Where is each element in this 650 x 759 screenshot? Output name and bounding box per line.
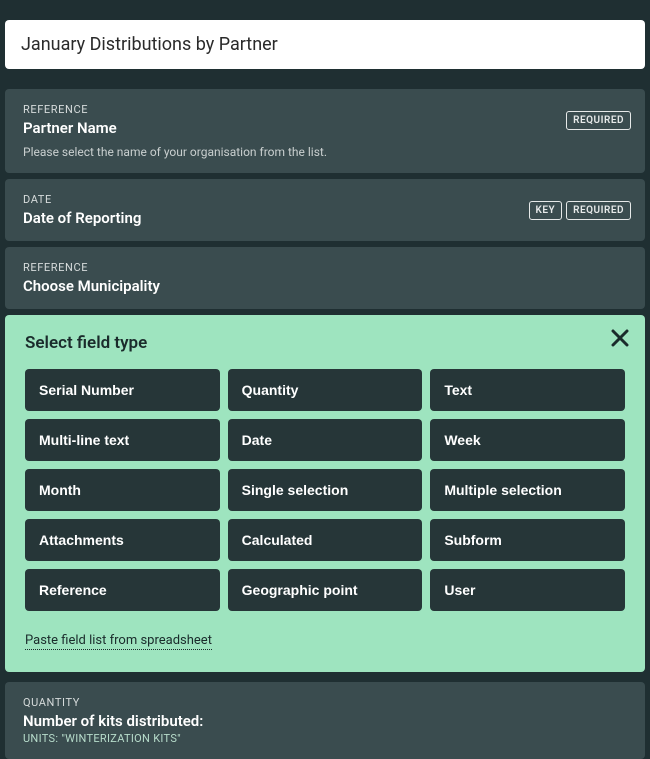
field-type-label: QUANTITY [23,696,627,709]
field-hint: Please select the name of your organisat… [23,145,627,159]
type-reference[interactable]: Reference [25,569,220,611]
required-badge: REQUIRED [566,201,631,220]
type-quantity[interactable]: Quantity [228,369,423,411]
field-title: Choose Municipality [23,277,627,295]
type-week[interactable]: Week [430,419,625,461]
close-icon [611,329,629,347]
type-month[interactable]: Month [25,469,220,511]
key-badge: KEY [529,201,563,220]
field-type-grid: Serial Number Quantity Text Multi-line t… [25,369,625,611]
type-multi-line-text[interactable]: Multi-line text [25,419,220,461]
close-button[interactable] [611,329,629,347]
field-type-label: REFERENCE [23,261,627,274]
type-geographic-point[interactable]: Geographic point [228,569,423,611]
field-card-kits-distributed[interactable]: QUANTITY Number of kits distributed: UNI… [5,682,645,759]
type-single-selection[interactable]: Single selection [228,469,423,511]
field-title: Partner Name [23,119,627,137]
type-calculated[interactable]: Calculated [228,519,423,561]
form-title-input[interactable]: January Distributions by Partner [5,20,645,69]
type-date[interactable]: Date [228,419,423,461]
field-badges: KEY REQUIRED [529,201,631,220]
field-type-selector-heading: Select field type [25,333,625,353]
field-card-partner-name[interactable]: REFERENCE Partner Name Please select the… [5,89,645,173]
type-multiple-selection[interactable]: Multiple selection [430,469,625,511]
type-subform[interactable]: Subform [430,519,625,561]
field-type-label: REFERENCE [23,103,627,116]
type-user[interactable]: User [430,569,625,611]
type-text[interactable]: Text [430,369,625,411]
field-title: Number of kits distributed: [23,712,627,730]
field-card-choose-municipality[interactable]: REFERENCE Choose Municipality [5,247,645,309]
required-badge: REQUIRED [566,111,631,130]
paste-field-list-link[interactable]: Paste field list from spreadsheet [25,633,212,650]
field-badges: REQUIRED [566,111,631,130]
field-card-date-of-reporting[interactable]: DATE Date of Reporting KEY REQUIRED [5,179,645,241]
field-type-selector-panel: Select field type Serial Number Quantity… [5,315,645,672]
field-units-label: UNITS: "WINTERIZATION KITS" [23,732,627,745]
type-attachments[interactable]: Attachments [25,519,220,561]
type-serial-number[interactable]: Serial Number [25,369,220,411]
